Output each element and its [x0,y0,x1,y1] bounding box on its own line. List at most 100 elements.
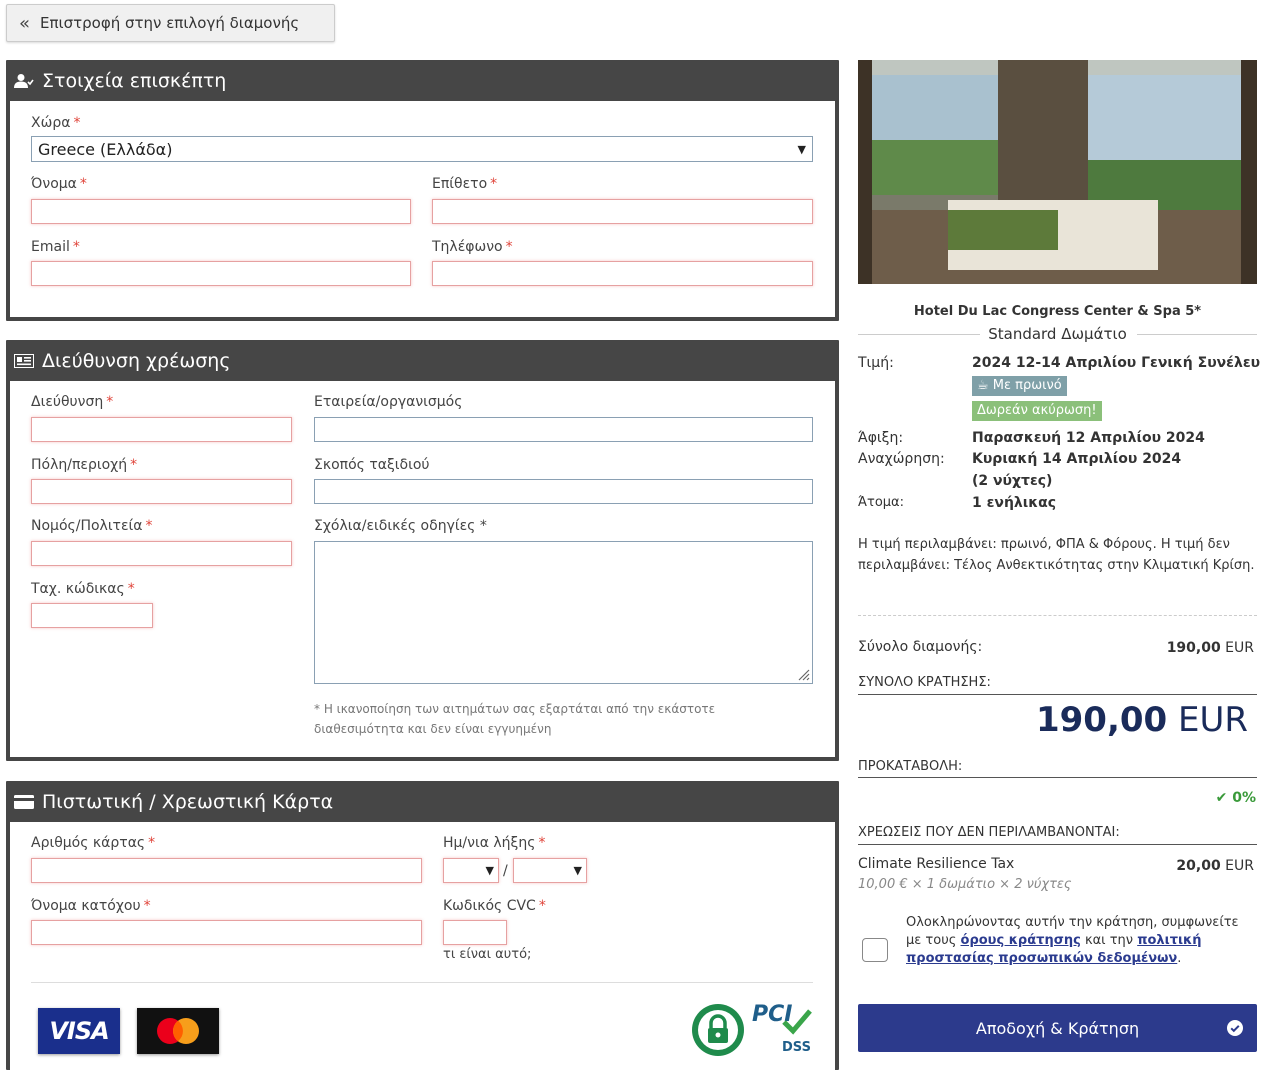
cvc-field[interactable] [443,920,507,945]
checkmark-icon: ✔ [1215,790,1228,806]
billing-address-header: Διεύθυνση χρέωσης [10,340,835,381]
stay-total-label: Σύνολο διαμονής: [858,639,983,655]
expiry-label: Ημ/νια λήξης * [443,835,546,851]
tax-detail: 10,00 € × 1 δωμάτιο × 2 νύχτες [858,877,1072,892]
chevron-down-icon: ▼ [485,864,494,877]
arrival-label: Άφιξη: [858,430,904,446]
tax-amount: 20,00 EUR [1176,858,1254,874]
price-value: 2024 12-14 Απριλίου Γενική Συνέλευ [972,355,1261,371]
guest-details-body: Χώρα * Greece (Ελλάδα) ▼ Όνομα * Επίθετο * … [10,101,835,317]
company-label: Εταιρεία/οργανισμός [314,394,463,410]
accept-terms-checkbox[interactable] [862,938,888,962]
city-label: Πόλη/περιοχή * [31,457,138,473]
booking-terms-link[interactable]: όρους κράτησης [961,933,1081,948]
trip-purpose-field[interactable] [314,479,813,504]
breakfast-badge: ☕ Με πρωινό [972,376,1067,396]
pci-dss-logo: PCI DSS [752,1002,812,1055]
card-panel: Πιστωτική / Χρεωστική Κάρτα Αριθμός κάρτ… [6,781,839,1070]
credit-card-icon [14,794,38,809]
state-field[interactable] [31,541,292,566]
check-circle-icon [1227,1020,1243,1040]
deposit-value: ✔ 0% [1215,790,1256,806]
cvc-label: Κωδικός CVC * [443,898,546,914]
guest-details-panel: Στοιχεία επισκέπτη Χώρα * Greece (Ελλάδα)… [6,60,839,321]
extra-charges-line [858,844,1257,845]
address-card-icon [14,353,38,368]
coffee-icon: ☕ [977,378,989,393]
visa-logo: VISA [38,1008,120,1054]
phone-label: Τηλέφωνο * [432,239,513,255]
email-label: Email * [31,239,80,255]
card-number-field[interactable] [31,858,422,883]
card-number-label: Αριθμός κάρτας * [31,835,156,851]
back-button-label: Επιστροφή στην επιλογή διαμονής [40,14,300,32]
resize-handle-icon[interactable] [796,667,810,681]
hotel-name: Hotel Du Lac Congress Center & Spa 5* [913,304,1202,319]
double-chevron-left-icon: « [19,12,31,34]
card-holder-field[interactable] [31,920,422,945]
zip-label: Ταχ. κώδικας * [31,581,135,597]
hotel-room-photo [858,60,1257,284]
expiry-month-select[interactable]: ▼ [443,858,499,883]
card-divider [31,982,813,983]
phone-field[interactable] [432,261,813,286]
arrival-value: Παρασκευή 12 Απριλίου 2024 [972,430,1205,446]
deposit-label: ΠΡΟΚΑΤΑΒΟΛΗ: [858,759,963,774]
user-icon [14,73,38,89]
booking-total-line [858,694,1257,695]
guest-details-header: Στοιχεία επισκέπτη [10,60,835,101]
comments-note: * Η ικανοποίηση των αιτημάτων σας εξαρτά… [314,702,716,736]
expiry-separator: / [503,863,508,879]
card-header: Πιστωτική / Χρεωστική Κάρτα [10,781,835,822]
address-label: Διεύθυνση * [31,394,114,410]
deposit-line [858,777,1257,778]
firstname-label: Όνομα * [31,176,87,192]
address-field[interactable] [31,417,292,442]
booking-total-label: ΣΥΝΟΛΟ ΚΡΑΤΗΣΗΣ: [858,675,991,690]
guest-details-title: Στοιχεία επισκέπτη [42,69,227,92]
billing-address-body: Διεύθυνση * Εταιρεία/οργανισμός Πόλη/περι… [10,381,835,757]
company-field[interactable] [314,417,813,442]
price-label: Τιμή: [858,355,894,371]
chevron-down-icon: ▼ [797,142,806,156]
comments-textarea[interactable] [314,541,813,684]
extra-charges-label: ΧΡΕΩΣΕΙΣ ΠΟΥ ΔΕΝ ΠΕΡΙΛΑΜΒΑΝΟΝΤΑΙ: [858,825,1120,840]
room-line-right [1137,334,1257,335]
departure-label: Αναχώρηση: [858,451,945,467]
city-field[interactable] [31,479,292,504]
country-label: Χώρα * [31,115,81,131]
security-padlock-icon [690,1002,746,1058]
free-cancellation-badge: Δωρεάν ακύρωση! [972,401,1102,421]
nights-value: (2 νύχτες) [972,473,1053,489]
terms-text: Ολοκληρώνοντας αυτήν την κράτηση, συμφων… [906,915,1239,966]
card-title: Πιστωτική / Χρεωστική Κάρτα [42,790,334,813]
price-includes-note: Η τιμή περιλαμβάνει: πρωινό, ΦΠΑ & Φόρου… [858,537,1255,573]
persons-value: 1 ενήλικας [972,495,1057,511]
card-holder-label: Όνομα κατόχου * [31,898,151,914]
country-select[interactable]: Greece (Ελλάδα) ▼ [31,136,813,162]
country-value: Greece (Ελλάδα) [38,139,173,159]
accept-and-book-button[interactable]: Αποδοχή & Κράτηση [858,1004,1257,1052]
card-body: Αριθμός κάρτας * Ημ/νια λήξης * ▼ / ▼ Όνομ… [10,822,835,1070]
back-to-stay-selection-button[interactable]: « Επιστροφή στην επιλογή διαμονής [6,4,335,42]
departure-value: Κυριακή 14 Απριλίου 2024 [972,451,1182,467]
zip-field[interactable] [31,603,153,628]
firstname-field[interactable] [31,199,411,224]
booking-total-value: 190,00 EUR [1035,700,1248,740]
mastercard-logo [137,1008,219,1054]
lastname-label: Επίθετο * [432,176,498,192]
stay-total-value: 190,00 EUR [1166,640,1254,656]
comments-label: Σχόλια/ειδικές οδηγίες * [314,518,487,534]
summary-divider [858,615,1257,616]
trip-purpose-label: Σκοπός ταξιδιού [314,457,430,473]
lastname-field[interactable] [432,199,813,224]
chevron-down-icon: ▼ [573,864,582,877]
billing-address-title: Διεύθυνση χρέωσης [42,349,231,372]
tax-name: Climate Resilience Tax [858,856,1015,872]
cvc-help-link[interactable]: τι είναι αυτό; [443,947,531,962]
expiry-year-select[interactable]: ▼ [513,858,587,883]
state-label: Νομός/Πολιτεία * [31,518,153,534]
billing-address-panel: Διεύθυνση χρέωσης Διεύθυνση * Εταιρεία/ορ… [6,340,839,761]
accept-button-label: Αποδοχή & Κράτηση [975,1018,1140,1038]
email-field[interactable] [31,261,411,286]
